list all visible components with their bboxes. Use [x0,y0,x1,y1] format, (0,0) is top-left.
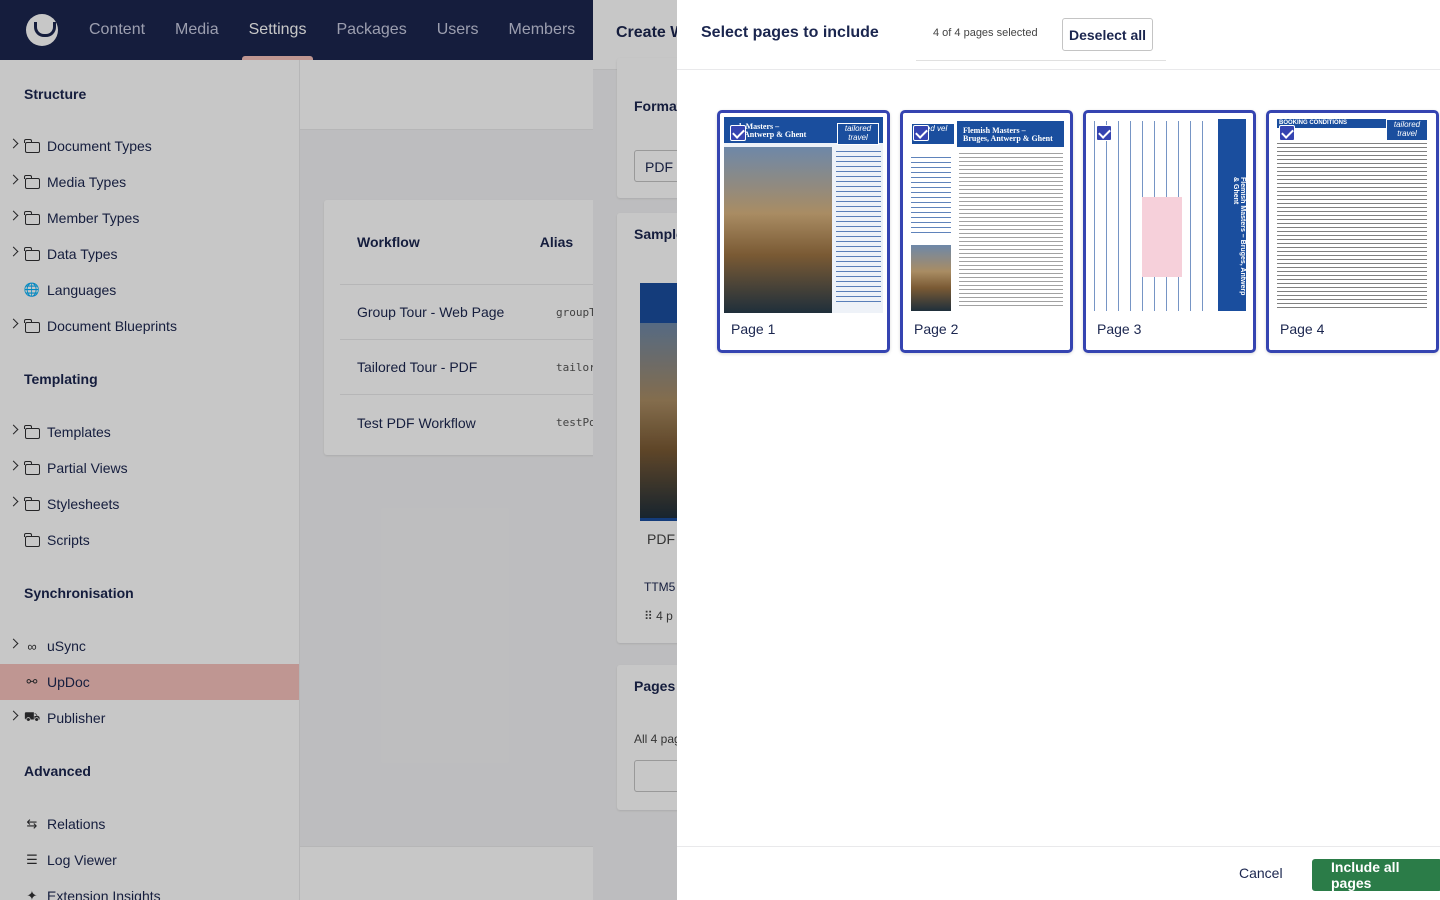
checkbox-checked-icon[interactable] [1096,125,1112,141]
checkbox-checked-icon[interactable] [913,125,929,141]
page-card-4[interactable]: BOOKING CONDITIONS tailored travel Page … [1266,110,1439,353]
include-all-pages-button[interactable]: Include all pages [1312,859,1440,891]
page-label: Page 4 [1280,321,1325,337]
page-thumbnail: BOOKING CONDITIONS tailored travel [1273,117,1432,313]
page-card-3[interactable]: Flemish Masters – Bruges, Antwerp & Ghen… [1083,110,1256,353]
selection-count: 4 of 4 pages selected [933,27,1038,39]
page-grid: sh Masters – n, Antwerp & Ghent tailored… [717,110,1439,353]
select-pages-modal: Select pages to include 4 of 4 pages sel… [677,0,1440,900]
deselect-all-button[interactable]: Deselect all [1062,18,1154,51]
page-label: Page 1 [731,321,776,337]
modal-backdrop[interactable] [0,0,677,900]
page-card-2[interactable]: ored vel Flemish Masters – Bruges, Antwe… [900,110,1073,353]
modal-title: Select pages to include [701,24,879,41]
page-card-1[interactable]: sh Masters – n, Antwerp & Ghent tailored… [717,110,890,353]
checkbox-checked-icon[interactable] [1279,125,1295,141]
page-thumbnail: sh Masters – n, Antwerp & Ghent tailored… [724,117,883,313]
page-label: Page 2 [914,321,959,337]
modal-header: Select pages to include 4 of 4 pages sel… [677,0,1440,70]
page-thumbnail: Flemish Masters – Bruges, Antwerp & Ghen… [1090,117,1249,313]
thumb-heading: sh Masters – n, Antwerp & Ghent [736,122,807,139]
checkbox-checked-icon[interactable] [730,125,746,141]
modal-footer: Cancel Include all pages [677,846,1440,900]
page-label: Page 3 [1097,321,1142,337]
header-divider [916,60,1166,61]
thumb-side-heading: Flemish Masters – Bruges, Antwerp & Ghen… [1232,177,1246,296]
page-thumbnail: ored vel Flemish Masters – Bruges, Antwe… [907,117,1066,313]
cancel-button[interactable]: Cancel [1239,865,1283,881]
thumb-heading: Flemish Masters – Bruges, Antwerp & Ghen… [963,126,1053,143]
tailored-travel-logo: tailored travel [837,123,879,145]
tailored-travel-logo: tailored travel [1386,119,1428,141]
